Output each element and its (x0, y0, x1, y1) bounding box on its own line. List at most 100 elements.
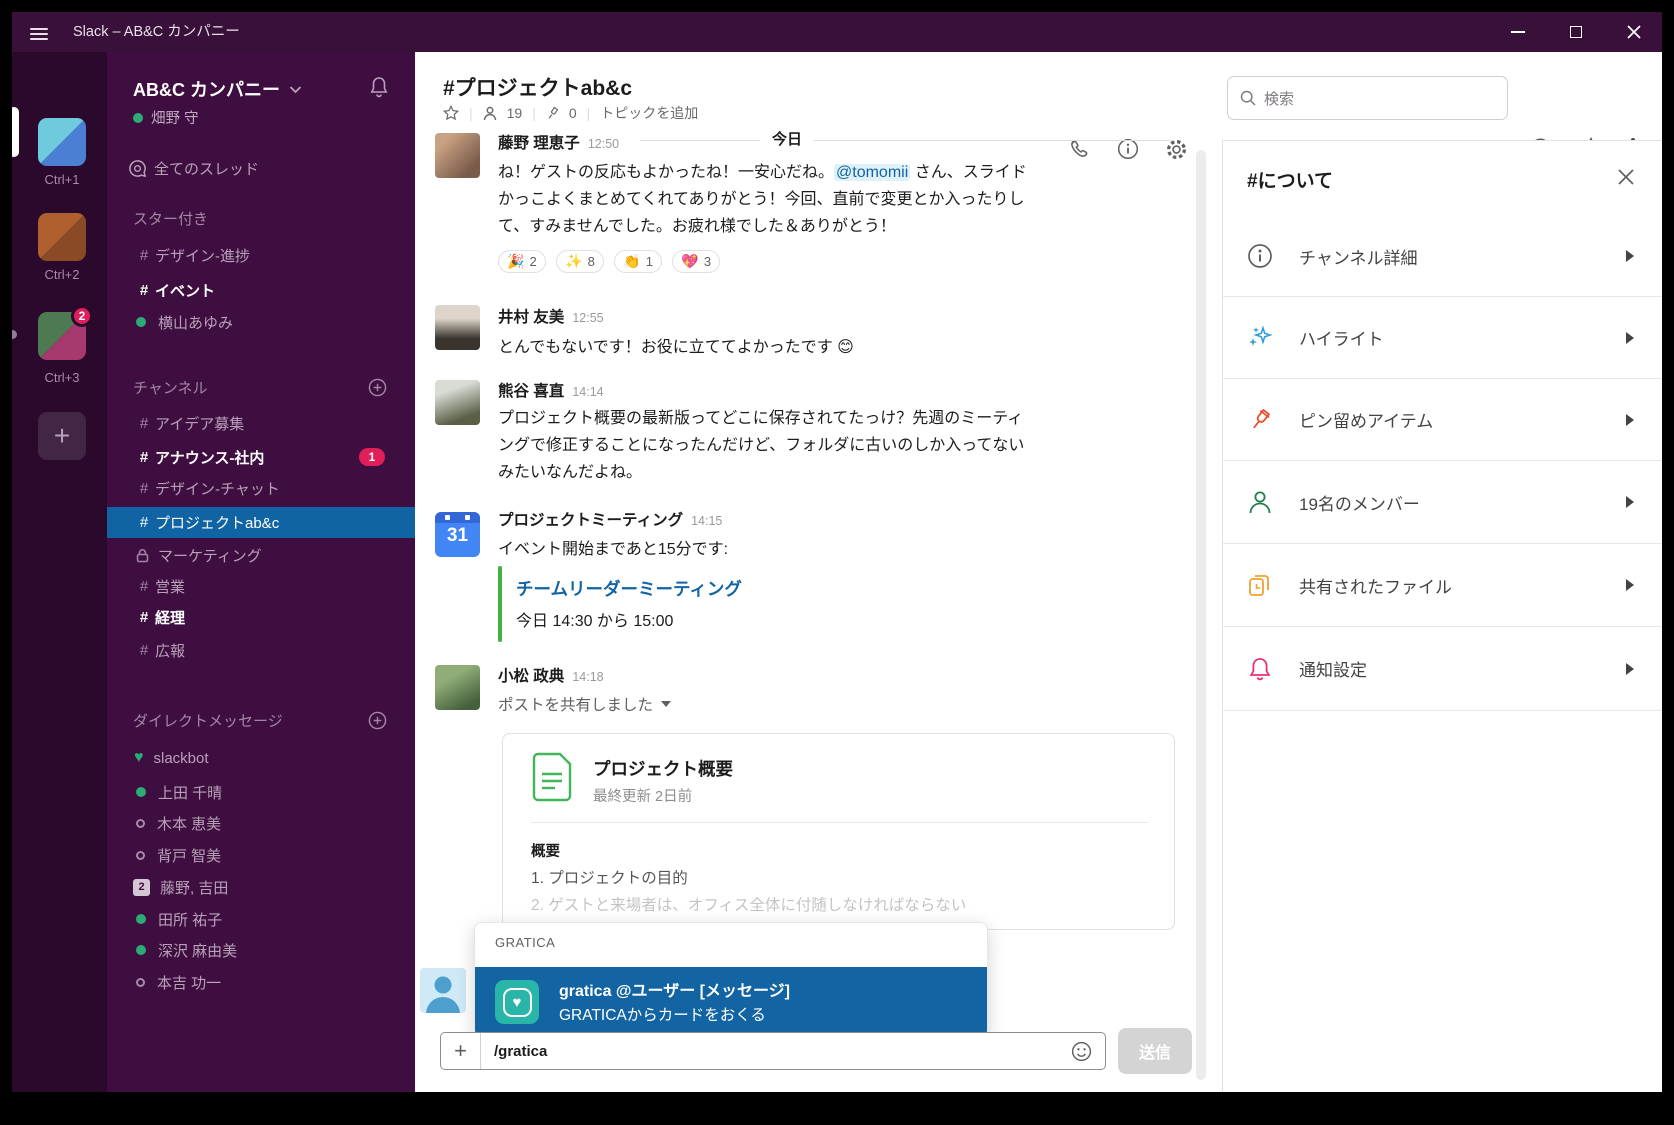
sidebar-channel-marketing[interactable]: マーケティング (107, 542, 415, 568)
sidebar-dm-group-fujino-yoshida[interactable]: 2 藤野, 吉田 (107, 874, 415, 900)
add-channel-icon[interactable] (368, 378, 387, 397)
post-card[interactable]: プロジェクト概要 最終更新 2日前 概要 1. プロジェクトの目的 2. ゲスト… (502, 733, 1175, 930)
avatar[interactable] (435, 133, 480, 178)
sidebar-channel-design-progress[interactable]: # デザイン-進捗 (107, 242, 415, 268)
workspace-rail: Ctrl+1 Ctrl+2 2 Ctrl+3 + (12, 52, 107, 1092)
channel-about-panel: #について チャンネル詳細 ハイライト ピン留めアイテム (1222, 140, 1662, 1092)
post-title[interactable]: プロジェクト概要 (593, 756, 733, 781)
add-dm-icon[interactable] (368, 711, 387, 730)
command-description: GRATICAからカードをおくる (559, 1003, 766, 1025)
mention-chip[interactable]: @tomomii (834, 164, 910, 181)
message-author: 小松 政典14:18 (498, 664, 604, 686)
add-workspace-button[interactable]: + (38, 412, 86, 460)
search-input[interactable]: 検索 (1227, 76, 1508, 120)
sidebar-dm-ueda[interactable]: 上田 千晴 (107, 779, 415, 805)
panel-item-members[interactable]: 19名のメンバー (1223, 461, 1662, 544)
user-presence[interactable]: 畑野 守 (133, 107, 199, 128)
sidebar-channel-announce[interactable]: # アナウンス-社内 1 (107, 444, 415, 470)
unread-badge: 1 (359, 448, 385, 466)
avatar[interactable] (435, 665, 480, 710)
panel-item-pinned-items[interactable]: ピン留めアイテム (1223, 379, 1662, 461)
emoji-picker-icon[interactable] (1071, 1041, 1092, 1062)
sidebar-channel-ideas[interactable]: # アイデア募集 (107, 410, 415, 436)
group-dm-count-badge: 2 (133, 879, 150, 896)
sidebar-channel-event[interactable]: # イベント (107, 277, 415, 303)
sidebar-dm-slackbot[interactable]: ♥ slackbot (107, 745, 415, 771)
panel-item-shared-files[interactable]: 共有されたファイル (1223, 544, 1662, 627)
pin-count[interactable]: 0 (569, 105, 577, 121)
close-panel-icon[interactable] (1616, 167, 1636, 192)
sidebar-channel-accounting[interactable]: # 経理 (107, 604, 415, 630)
sidebar-dm-yokoyama[interactable]: 横山あゆみ (107, 309, 415, 335)
reaction-pill[interactable]: 👏1 (614, 250, 662, 273)
workspace-shortcut-2: Ctrl+2 (12, 267, 112, 282)
close-button[interactable] (1626, 24, 1642, 40)
member-count[interactable]: 19 (507, 105, 523, 121)
starred-section-header[interactable]: スター付き (107, 205, 415, 231)
workspace-menu[interactable]: AB&C カンパニー (133, 76, 302, 102)
hamburger-menu-icon[interactable] (30, 25, 48, 43)
workspace-shortcut-3: Ctrl+3 (12, 370, 112, 385)
autocomplete-header: GRATICA (495, 935, 555, 950)
sidebar-dm-fukasawa[interactable]: 深沢 麻由美 (107, 937, 415, 963)
message-line: イベント開始まであと15分です: (498, 535, 728, 559)
channels-section-header[interactable]: チャンネル (107, 374, 415, 400)
message-line: プロジェクト概要の最新版ってどこに保存されてたっけ？先週のミーティ (498, 404, 1023, 428)
dm-section-header[interactable]: ダイレクトメッセージ (107, 707, 415, 733)
gear-icon[interactable] (1165, 138, 1188, 166)
sidebar-channel-design-chat[interactable]: # デザイン-チャット (107, 475, 415, 501)
message-composer: + /gratica (440, 1032, 1106, 1070)
message-author: 井村 友美12:55 (498, 305, 604, 327)
command-name: gratica (559, 983, 611, 1000)
window-title: Slack – AB&C カンパニー (73, 12, 240, 52)
chevron-right-icon (1626, 663, 1634, 675)
add-topic-link[interactable]: トピックを追加 (600, 103, 698, 123)
maximize-button[interactable] (1568, 24, 1584, 40)
send-button[interactable]: 送信 (1118, 1028, 1192, 1074)
shared-post-label[interactable]: ポストを共有しました (498, 693, 671, 715)
reaction-pill[interactable]: ✨8 (556, 250, 604, 273)
chat-scrollbar[interactable] (1196, 150, 1206, 1080)
autocomplete-item-gratica[interactable]: ♥ gratica @ユーザー [メッセージ] GRATICAからカードをおくる (475, 967, 987, 1038)
reactions-row: 🎉2 ✨8 👏1 💖3 (498, 250, 726, 273)
search-placeholder: 検索 (1264, 88, 1294, 109)
sidebar-dm-motoyoshi[interactable]: 本吉 功一 (107, 969, 415, 995)
avatar[interactable] (435, 305, 480, 350)
reaction-pill[interactable]: 🎉2 (498, 250, 546, 273)
date-divider-label[interactable]: 今日 (760, 128, 814, 149)
divider (531, 822, 1148, 823)
event-link[interactable]: チームリーダーミーティング (516, 576, 742, 601)
workspace-icon-3[interactable]: 2 (38, 312, 86, 360)
reaction-pill[interactable]: 💖3 (672, 250, 720, 273)
sidebar-channel-sales[interactable]: # 営業 (107, 573, 415, 599)
panel-item-notification-settings[interactable]: 通知設定 (1223, 627, 1662, 711)
avatar[interactable] (435, 380, 480, 425)
sidebar-item-all-threads[interactable]: 全てのスレッド (107, 155, 415, 181)
chevron-right-icon (1626, 496, 1634, 508)
sidebar-dm-tadokoro[interactable]: 田所 祐子 (107, 906, 415, 932)
sparkles-icon (1247, 325, 1273, 351)
title-bar: Slack – AB&C カンパニー (12, 12, 1662, 52)
notifications-bell-icon[interactable] (369, 76, 389, 103)
presence-dot-offline (136, 851, 145, 860)
workspace-icon-1[interactable] (38, 118, 86, 166)
sidebar-dm-kimoto[interactable]: 木本 恵美 (107, 810, 415, 836)
chevron-right-icon (1626, 414, 1634, 426)
sidebar-dm-seto[interactable]: 背戸 智美 (107, 842, 415, 868)
panel-item-channel-details[interactable]: チャンネル詳細 (1223, 216, 1662, 297)
sidebar-channel-project-abc-selected[interactable]: # プロジェクトab&c (107, 507, 415, 538)
sidebar: AB&C カンパニー 畑野 守 全てのスレッド スター付き # デザイン-進捗 (107, 52, 415, 1092)
workspace-icon-2[interactable] (38, 213, 86, 261)
attach-plus-button[interactable]: + (441, 1033, 481, 1069)
info-icon[interactable] (1117, 138, 1139, 165)
composer-input[interactable]: /gratica (494, 1043, 1071, 1060)
chevron-down-icon (661, 701, 671, 707)
minimize-button[interactable] (1510, 24, 1526, 40)
call-phone-icon[interactable] (1069, 138, 1091, 165)
star-icon[interactable] (443, 105, 459, 121)
active-workspace-indicator (12, 107, 19, 157)
panel-item-highlights[interactable]: ハイライト (1223, 297, 1662, 379)
sidebar-channel-pr[interactable]: # 広報 (107, 637, 415, 663)
emoji: 💖 (681, 253, 698, 270)
emoji: 🎉 (507, 253, 524, 270)
